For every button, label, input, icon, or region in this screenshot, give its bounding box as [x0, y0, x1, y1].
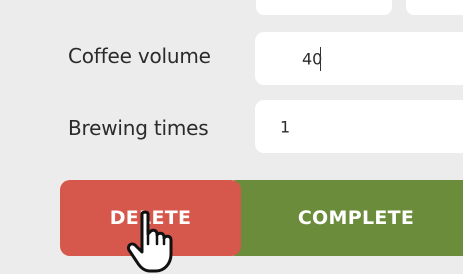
complete-button[interactable]: COMPLETE	[226, 180, 463, 256]
hand-pointer-icon	[127, 210, 173, 273]
previous-field-right[interactable]	[406, 0, 463, 15]
coffee-volume-input[interactable]: 40	[255, 32, 463, 85]
coffee-volume-label: Coffee volume	[68, 44, 211, 68]
text-caret	[320, 47, 321, 71]
previous-field-left[interactable]	[256, 0, 392, 15]
brewing-times-label: Brewing times	[68, 116, 209, 140]
brewing-times-input[interactable]: 1	[255, 100, 463, 153]
brewing-times-value: 1	[280, 117, 291, 136]
